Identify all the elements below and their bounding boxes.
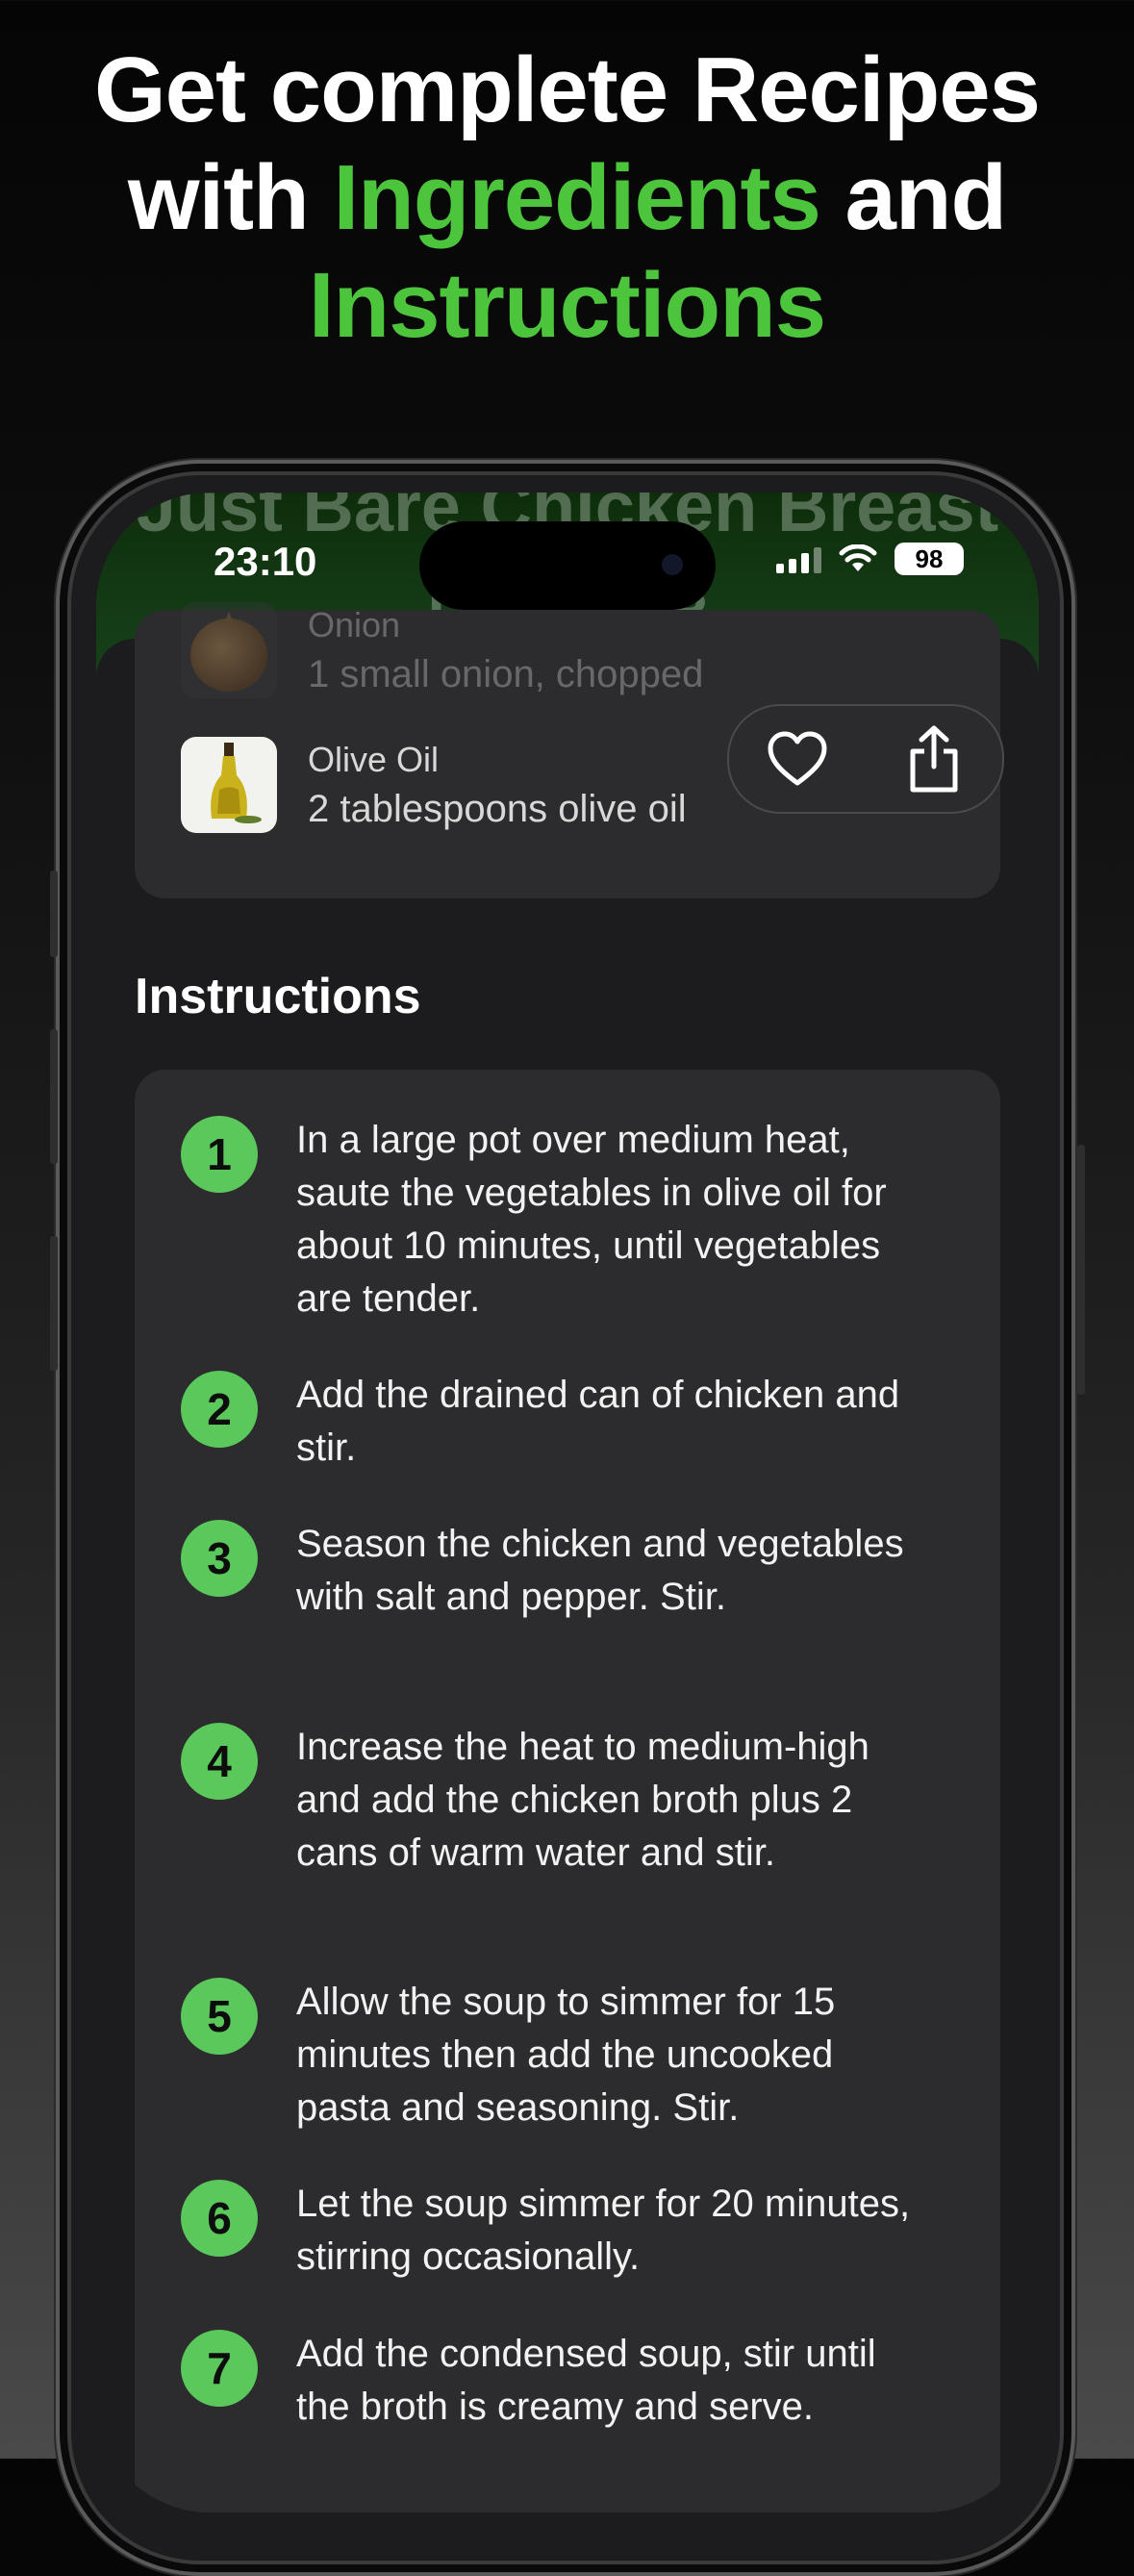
phone-screen: Just Bare Chicken Breast Noodles 23:10 9…: [96, 492, 1039, 2513]
step-number-badge: 2: [181, 1371, 258, 1448]
ingredient-description: 2 tablespoons olive oil: [308, 787, 687, 830]
step-text: Add the condensed soup, stir until the b…: [296, 2333, 876, 2428]
ingredient-description: 1 small onion, chopped: [308, 652, 704, 695]
instruction-step: 4 Increase the heat to medium-high and a…: [181, 1721, 970, 1880]
step-number-badge: 1: [181, 1116, 258, 1193]
instruction-step: 3 Season the chicken and vegetables with…: [181, 1518, 970, 1624]
dynamic-island: [419, 521, 716, 610]
ingredient-name: Onion: [308, 604, 401, 644]
status-indicators: 98: [776, 543, 964, 575]
instructions-card: 1 In a large pot over medium heat, saute…: [135, 1070, 1000, 2513]
instruction-step: 6 Let the soup simmer for 20 minutes, st…: [181, 2178, 970, 2284]
step-text: Add the drained can of chicken and stir.: [296, 1374, 900, 1469]
ingredient-name: Olive Oil: [308, 739, 440, 779]
ingredient-row[interactable]: Onion 1 small onion, chopped: [181, 602, 703, 698]
onion-image: [181, 602, 277, 698]
ingredient-row[interactable]: Olive Oil 2 tablespoons olive oil: [181, 737, 687, 833]
share-icon: [910, 725, 958, 793]
favorite-button[interactable]: [759, 720, 836, 797]
wifi-icon: [839, 544, 877, 571]
step-number-badge: 6: [181, 2180, 258, 2257]
step-number-badge: 3: [181, 1520, 258, 1597]
instructions-heading: Instructions: [135, 969, 421, 1024]
headline-line-1: Get complete Recipes: [93, 38, 1041, 141]
share-button[interactable]: [895, 720, 972, 797]
heart-icon: [768, 731, 827, 786]
step-text: Increase the heat to medium-high and add…: [296, 1726, 869, 1874]
signal-icon: [776, 544, 821, 573]
action-button: [50, 871, 58, 957]
step-text: Season the chicken and vegetables with s…: [296, 1523, 904, 1618]
recipe-content: Onion 1 small onion, chopped Olive Oil 2…: [96, 602, 1039, 2513]
battery-indicator: 98: [895, 543, 964, 575]
instruction-step: 5 Allow the soup to simmer for 15 minute…: [181, 1976, 970, 2134]
instruction-step: 7 Add the condensed soup, stir until the…: [181, 2328, 970, 2434]
step-text: In a large pot over medium heat, saute t…: [296, 1119, 887, 1320]
volume-up-button: [50, 1029, 58, 1164]
volume-down-button: [50, 1236, 58, 1371]
marketing-headline: Get complete Recipes with Ingredients an…: [0, 37, 1134, 360]
recipe-actions-pill: [727, 704, 1004, 814]
olive-oil-image: [181, 737, 277, 833]
camera-icon: [662, 554, 683, 575]
headline-line-2-prefix: with: [127, 146, 310, 249]
instruction-step: 2 Add the drained can of chicken and sti…: [181, 1369, 970, 1475]
headline-instructions: Instructions: [308, 254, 826, 357]
step-text: Allow the soup to simmer for 15 minutes …: [296, 1981, 836, 2129]
instruction-step: 1 In a large pot over medium heat, saute…: [181, 1114, 970, 1326]
step-text: Let the soup simmer for 20 minutes, stir…: [296, 2183, 911, 2278]
step-number-badge: 5: [181, 1978, 258, 2055]
power-button: [1077, 1145, 1085, 1395]
headline-line-2-suffix: and: [844, 146, 1008, 249]
headline-line-2: with Ingredients and: [0, 144, 1134, 252]
step-number-badge: 7: [181, 2330, 258, 2407]
headline-ingredients: Ingredients: [333, 146, 820, 249]
step-number-badge: 4: [181, 1723, 258, 1800]
status-time: 23:10: [214, 539, 317, 584]
